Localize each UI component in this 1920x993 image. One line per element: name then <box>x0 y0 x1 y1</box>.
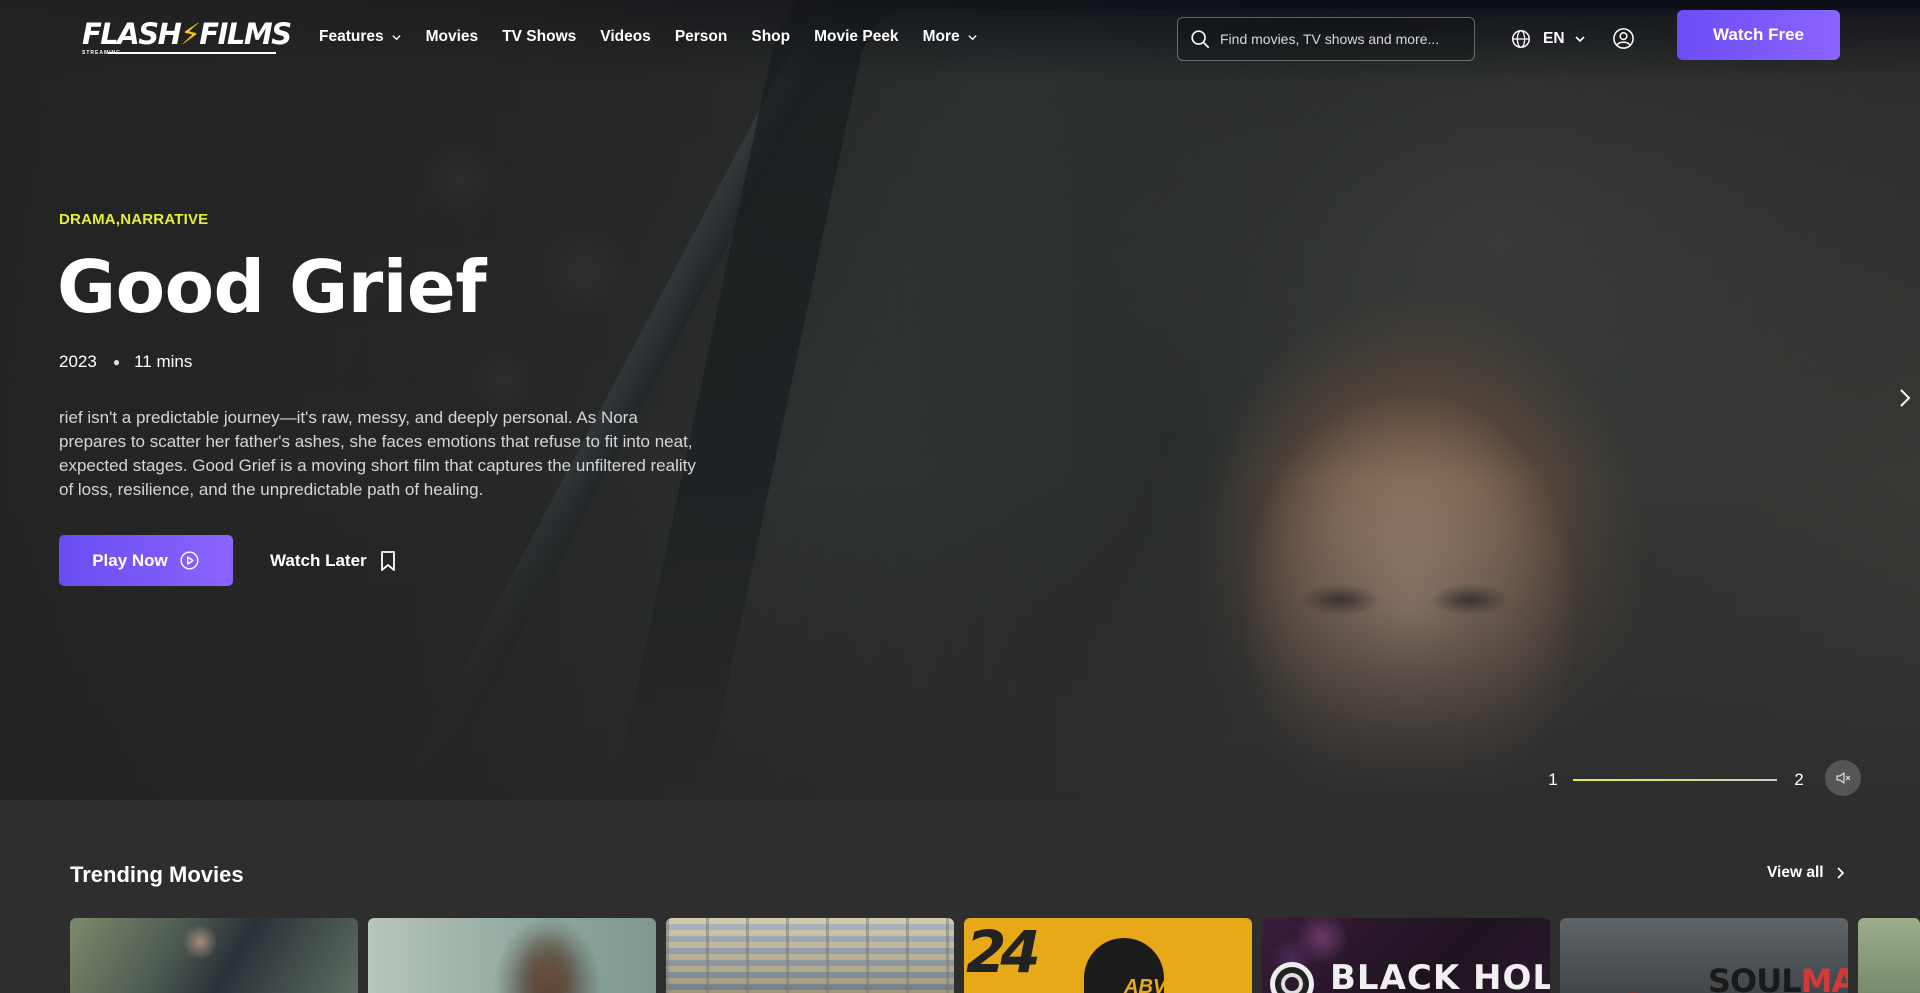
chevron-down-icon <box>1574 36 1585 43</box>
hero-year: 2023 <box>59 352 97 371</box>
hero-vignette <box>0 0 1920 800</box>
chevron-right-icon <box>1836 867 1844 879</box>
poster-text: SOULMATE <box>1708 962 1848 993</box>
nav-videos[interactable]: Videos <box>600 26 651 48</box>
play-circle-icon <box>180 551 199 570</box>
chevron-down-icon <box>391 34 401 40</box>
pager-progress-track[interactable] <box>1573 779 1777 781</box>
slider-pager: 1 2 <box>1546 770 1806 790</box>
pager-total[interactable]: 2 <box>1792 770 1806 790</box>
search-box[interactable] <box>1177 17 1475 61</box>
meta-separator: ● <box>112 355 121 369</box>
movie-card[interactable]: SOULMATE <box>1560 918 1848 993</box>
globe-icon <box>1512 30 1530 48</box>
volume-mute-icon <box>1836 772 1851 784</box>
chevron-right-icon[interactable] <box>1896 386 1914 410</box>
nav-more[interactable]: More <box>923 26 978 48</box>
hero-meta: 2023 ● 11 mins <box>59 352 192 372</box>
user-icon[interactable] <box>1612 27 1635 50</box>
bookmark-icon <box>380 551 395 571</box>
nav-movies[interactable]: Movies <box>426 26 479 48</box>
trending-cards: 24 ABV BLACK HOLE! SOULMATE <box>70 918 1920 993</box>
language-label: EN <box>1543 30 1565 47</box>
logo-text: FLASH⚡FILMS <box>82 17 292 51</box>
mute-button[interactable] <box>1825 760 1861 796</box>
hero-description: rief isn't a predictable journey—it's ra… <box>59 408 696 499</box>
play-now-button[interactable]: Play Now <box>59 535 233 586</box>
poster-text: BLACK HOLE! <box>1330 958 1550 993</box>
movie-card[interactable] <box>666 918 954 993</box>
nav-person[interactable]: Person <box>675 26 728 48</box>
nav-features[interactable]: Features <box>319 26 402 48</box>
language-selector[interactable]: EN <box>1510 27 1586 51</box>
view-all-label: View all <box>1767 864 1824 881</box>
movie-card[interactable] <box>368 918 656 993</box>
movie-card[interactable]: 24 ABV <box>964 918 1252 993</box>
nav-shop[interactable]: Shop <box>751 26 790 48</box>
chevron-down-icon <box>967 34 977 40</box>
poster-tag: ABV <box>1124 976 1167 993</box>
trending-title: Trending Movies <box>70 862 244 887</box>
hero-genres: DRAMA,NARRATIVE <box>59 211 209 228</box>
play-now-label: Play Now <box>92 550 168 570</box>
logo[interactable]: FLASH⚡FILMS STREAMING <box>82 17 292 57</box>
pager-current[interactable]: 1 <box>1546 770 1560 790</box>
logo-underline <box>108 52 276 54</box>
watch-later-button[interactable]: Watch Later <box>270 545 397 577</box>
movie-card[interactable]: BLACK HOLE! <box>1262 918 1550 993</box>
search-icon <box>1191 30 1210 49</box>
poster-ring <box>1270 962 1314 993</box>
nav-tv-shows[interactable]: TV Shows <box>502 26 576 48</box>
search-input[interactable] <box>1220 31 1460 47</box>
logo-subtitle: STREAMING <box>82 50 121 56</box>
nav-movie-peek[interactable]: Movie Peek <box>814 26 898 48</box>
hero-duration: 11 mins <box>134 352 193 371</box>
view-all-link[interactable]: View all <box>1767 864 1845 882</box>
hero-backdrop <box>0 0 1920 800</box>
watch-free-button[interactable]: Watch Free <box>1677 10 1840 60</box>
hero-title: Good Grief <box>57 245 487 329</box>
poster-text: 24 <box>966 918 1041 986</box>
movie-card[interactable] <box>70 918 358 993</box>
watch-later-label: Watch Later <box>270 551 367 570</box>
site-header: FLASH⚡FILMS STREAMING Features Movies TV… <box>0 0 1920 76</box>
main-nav: Features Movies TV Shows Videos Person S… <box>319 26 1002 48</box>
movie-card[interactable] <box>1858 918 1920 993</box>
